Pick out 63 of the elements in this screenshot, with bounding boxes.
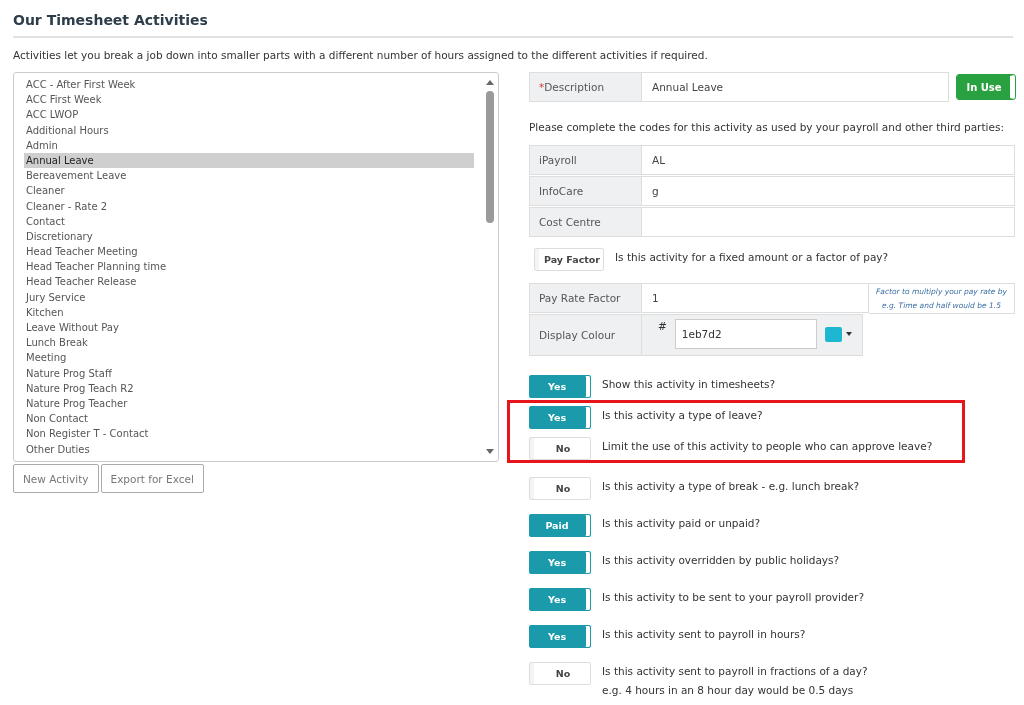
note-text: e.g. 4 hours in an 8 hour day would be 0.5 days <box>602 684 855 696</box>
question-text: Limit the use of this activity to people who can approve leave? <box>602 440 933 452</box>
question-text: Is this activity paid or unpaid? <box>602 517 761 529</box>
activity-item[interactable]: Kitchen <box>24 304 474 320</box>
intro-text: Activities let you break a job down into smaller parts with a different number of hours assigned to the different activities if required. <box>13 49 708 61</box>
activity-item[interactable]: Nature Prog Teach R2 <box>24 380 474 396</box>
question-text: Is this activity a type of leave? <box>602 409 763 421</box>
activity-item[interactable]: Nature Prog Staff <box>24 365 474 381</box>
activity-item[interactable]: Other Duties <box>24 441 474 457</box>
activity-item[interactable]: Annual Leave <box>24 152 474 169</box>
activity-item[interactable]: Meeting <box>24 350 474 366</box>
question-text: Is this activity for a fixed amount or a factor of pay? <box>615 251 889 263</box>
pay-rate-field[interactable]: Pay Rate Factor 1 <box>529 283 869 313</box>
activity-item[interactable]: Nature Prog Teacher <box>24 395 474 412</box>
field-value: Annual Leave <box>652 81 724 93</box>
question-text: Is this activity sent to payroll in fractions of a day? <box>602 665 868 677</box>
activity-item[interactable]: Additional Hours <box>24 122 474 138</box>
activity-item[interactable]: ACC LWOP <box>24 107 474 123</box>
toggle-switch[interactable]: No <box>529 477 591 500</box>
code-field[interactable]: iPayroll AL <box>529 145 1015 175</box>
field-label: InfoCare <box>539 185 584 197</box>
colour-input[interactable]: 1eb7d2 <box>674 319 817 349</box>
field-label: *Description <box>539 81 605 93</box>
description-field[interactable]: *Description Annual Leave <box>529 72 949 102</box>
field-value: 1 <box>652 292 659 304</box>
activity-item[interactable]: Leave Without Pay <box>24 320 474 336</box>
activity-item[interactable]: Discretionary <box>24 228 474 245</box>
field-label: iPayroll <box>539 154 577 166</box>
question-text: Is this activity a type of break - e.g. lunch break? <box>602 480 860 492</box>
activity-item[interactable]: Bereavement Leave <box>24 168 474 184</box>
caret-icon <box>845 332 852 336</box>
field-value: AL <box>652 154 666 166</box>
activity-item[interactable]: ACC - After First Week <box>24 77 474 93</box>
hash-label: # <box>658 319 667 332</box>
question-text: Show this activity in timesheets? <box>602 378 776 390</box>
activity-item[interactable]: Cleaner <box>24 183 474 199</box>
activity-item[interactable]: Head Teacher Release <box>24 274 474 290</box>
pay-factor-toggle[interactable]: Pay Factor <box>534 248 604 271</box>
code-field[interactable]: InfoCare g <box>529 176 1015 206</box>
question-text: Is this activity sent to payroll in hours? <box>602 628 806 640</box>
question-text: Is this activity to be sent to your payroll provider? <box>602 591 864 603</box>
activity-item[interactable]: Non Register T - Contact <box>24 426 474 442</box>
activity-item[interactable]: Jury Service <box>24 289 474 305</box>
list-button[interactable]: New Activity <box>13 464 99 493</box>
code-field[interactable]: Cost Centre <box>529 207 1015 237</box>
field-value: g <box>652 185 659 197</box>
toggle-switch[interactable]: No <box>529 437 591 460</box>
activity-item[interactable]: Head Teacher Meeting <box>24 244 474 260</box>
question-text: Is this activity overridden by public holidays? <box>602 554 840 566</box>
activity-item[interactable]: Contact <box>24 213 474 229</box>
activity-item[interactable]: Cleaner - Rate 2 <box>24 198 474 214</box>
activity-item[interactable]: ACC First Week <box>24 92 474 108</box>
activity-item[interactable]: Admin <box>24 137 474 153</box>
activity-item[interactable]: Head Teacher Planning time <box>24 259 474 275</box>
toggle-switch[interactable]: No <box>529 662 591 685</box>
field-label: Cost Centre <box>539 216 601 228</box>
activity-item[interactable]: Lunch Break <box>24 335 474 351</box>
field-label: Pay Rate Factor <box>539 292 621 304</box>
field-label: Display Colour <box>539 329 616 341</box>
list-button[interactable]: Export for Excel <box>100 464 204 493</box>
activity-item[interactable]: Non Contact <box>24 411 474 427</box>
codes-intro-text: Please complete the codes for this activity as used by your payroll and other third parties: <box>529 121 1005 133</box>
page-title: Our Timesheet Activities <box>13 12 208 28</box>
